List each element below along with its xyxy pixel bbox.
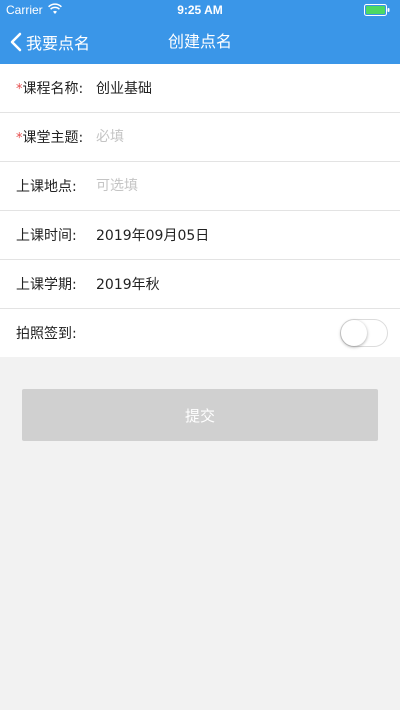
semester-label: 上课学期:	[16, 277, 77, 293]
submit-button[interactable]: 提交	[22, 389, 378, 441]
create-rollcall-form: *课程名称: 创业基础 *课堂主题: 上课地点: 上课时间: 2019年09月0…	[0, 64, 400, 357]
class-topic-label: *课堂主题:	[16, 127, 83, 147]
status-time: 9:25 AM	[177, 3, 223, 17]
photo-checkin-label: 拍照签到:	[16, 326, 77, 342]
status-bar: Carrier 9:25 AM	[0, 0, 400, 20]
location-label: 上课地点:	[16, 179, 77, 195]
photo-checkin-toggle[interactable]	[340, 319, 388, 347]
photo-checkin-row: 拍照签到:	[0, 309, 400, 357]
location-input[interactable]	[96, 174, 376, 198]
course-name-value: 创业基础	[96, 81, 152, 97]
class-topic-row: *课堂主题:	[0, 113, 400, 162]
header: Carrier 9:25 AM 创建点名 我要点名	[0, 0, 400, 64]
course-name-row: *课程名称: 创业基础	[0, 64, 400, 113]
class-topic-input[interactable]	[96, 125, 376, 149]
back-label: 我要点名	[26, 34, 91, 53]
toggle-knob	[341, 320, 367, 346]
semester-value[interactable]: 2019年秋	[96, 274, 160, 294]
back-button[interactable]: 我要点名	[10, 28, 90, 56]
location-row: 上课地点:	[0, 162, 400, 211]
course-name-label: *课程名称:	[16, 78, 83, 98]
nav-bar: 创建点名 我要点名	[0, 20, 400, 64]
semester-row[interactable]: 上课学期: 2019年秋	[0, 260, 400, 309]
course-name-label-text: 课程名称:	[22, 81, 84, 97]
chevron-left-icon	[10, 32, 22, 52]
battery-icon	[364, 4, 390, 16]
class-time-row[interactable]: 上课时间: 2019年09月05日	[0, 211, 400, 260]
class-topic-label-text: 课堂主题:	[22, 130, 84, 146]
class-time-value[interactable]: 2019年09月05日	[96, 225, 209, 245]
class-time-label: 上课时间:	[16, 228, 77, 244]
